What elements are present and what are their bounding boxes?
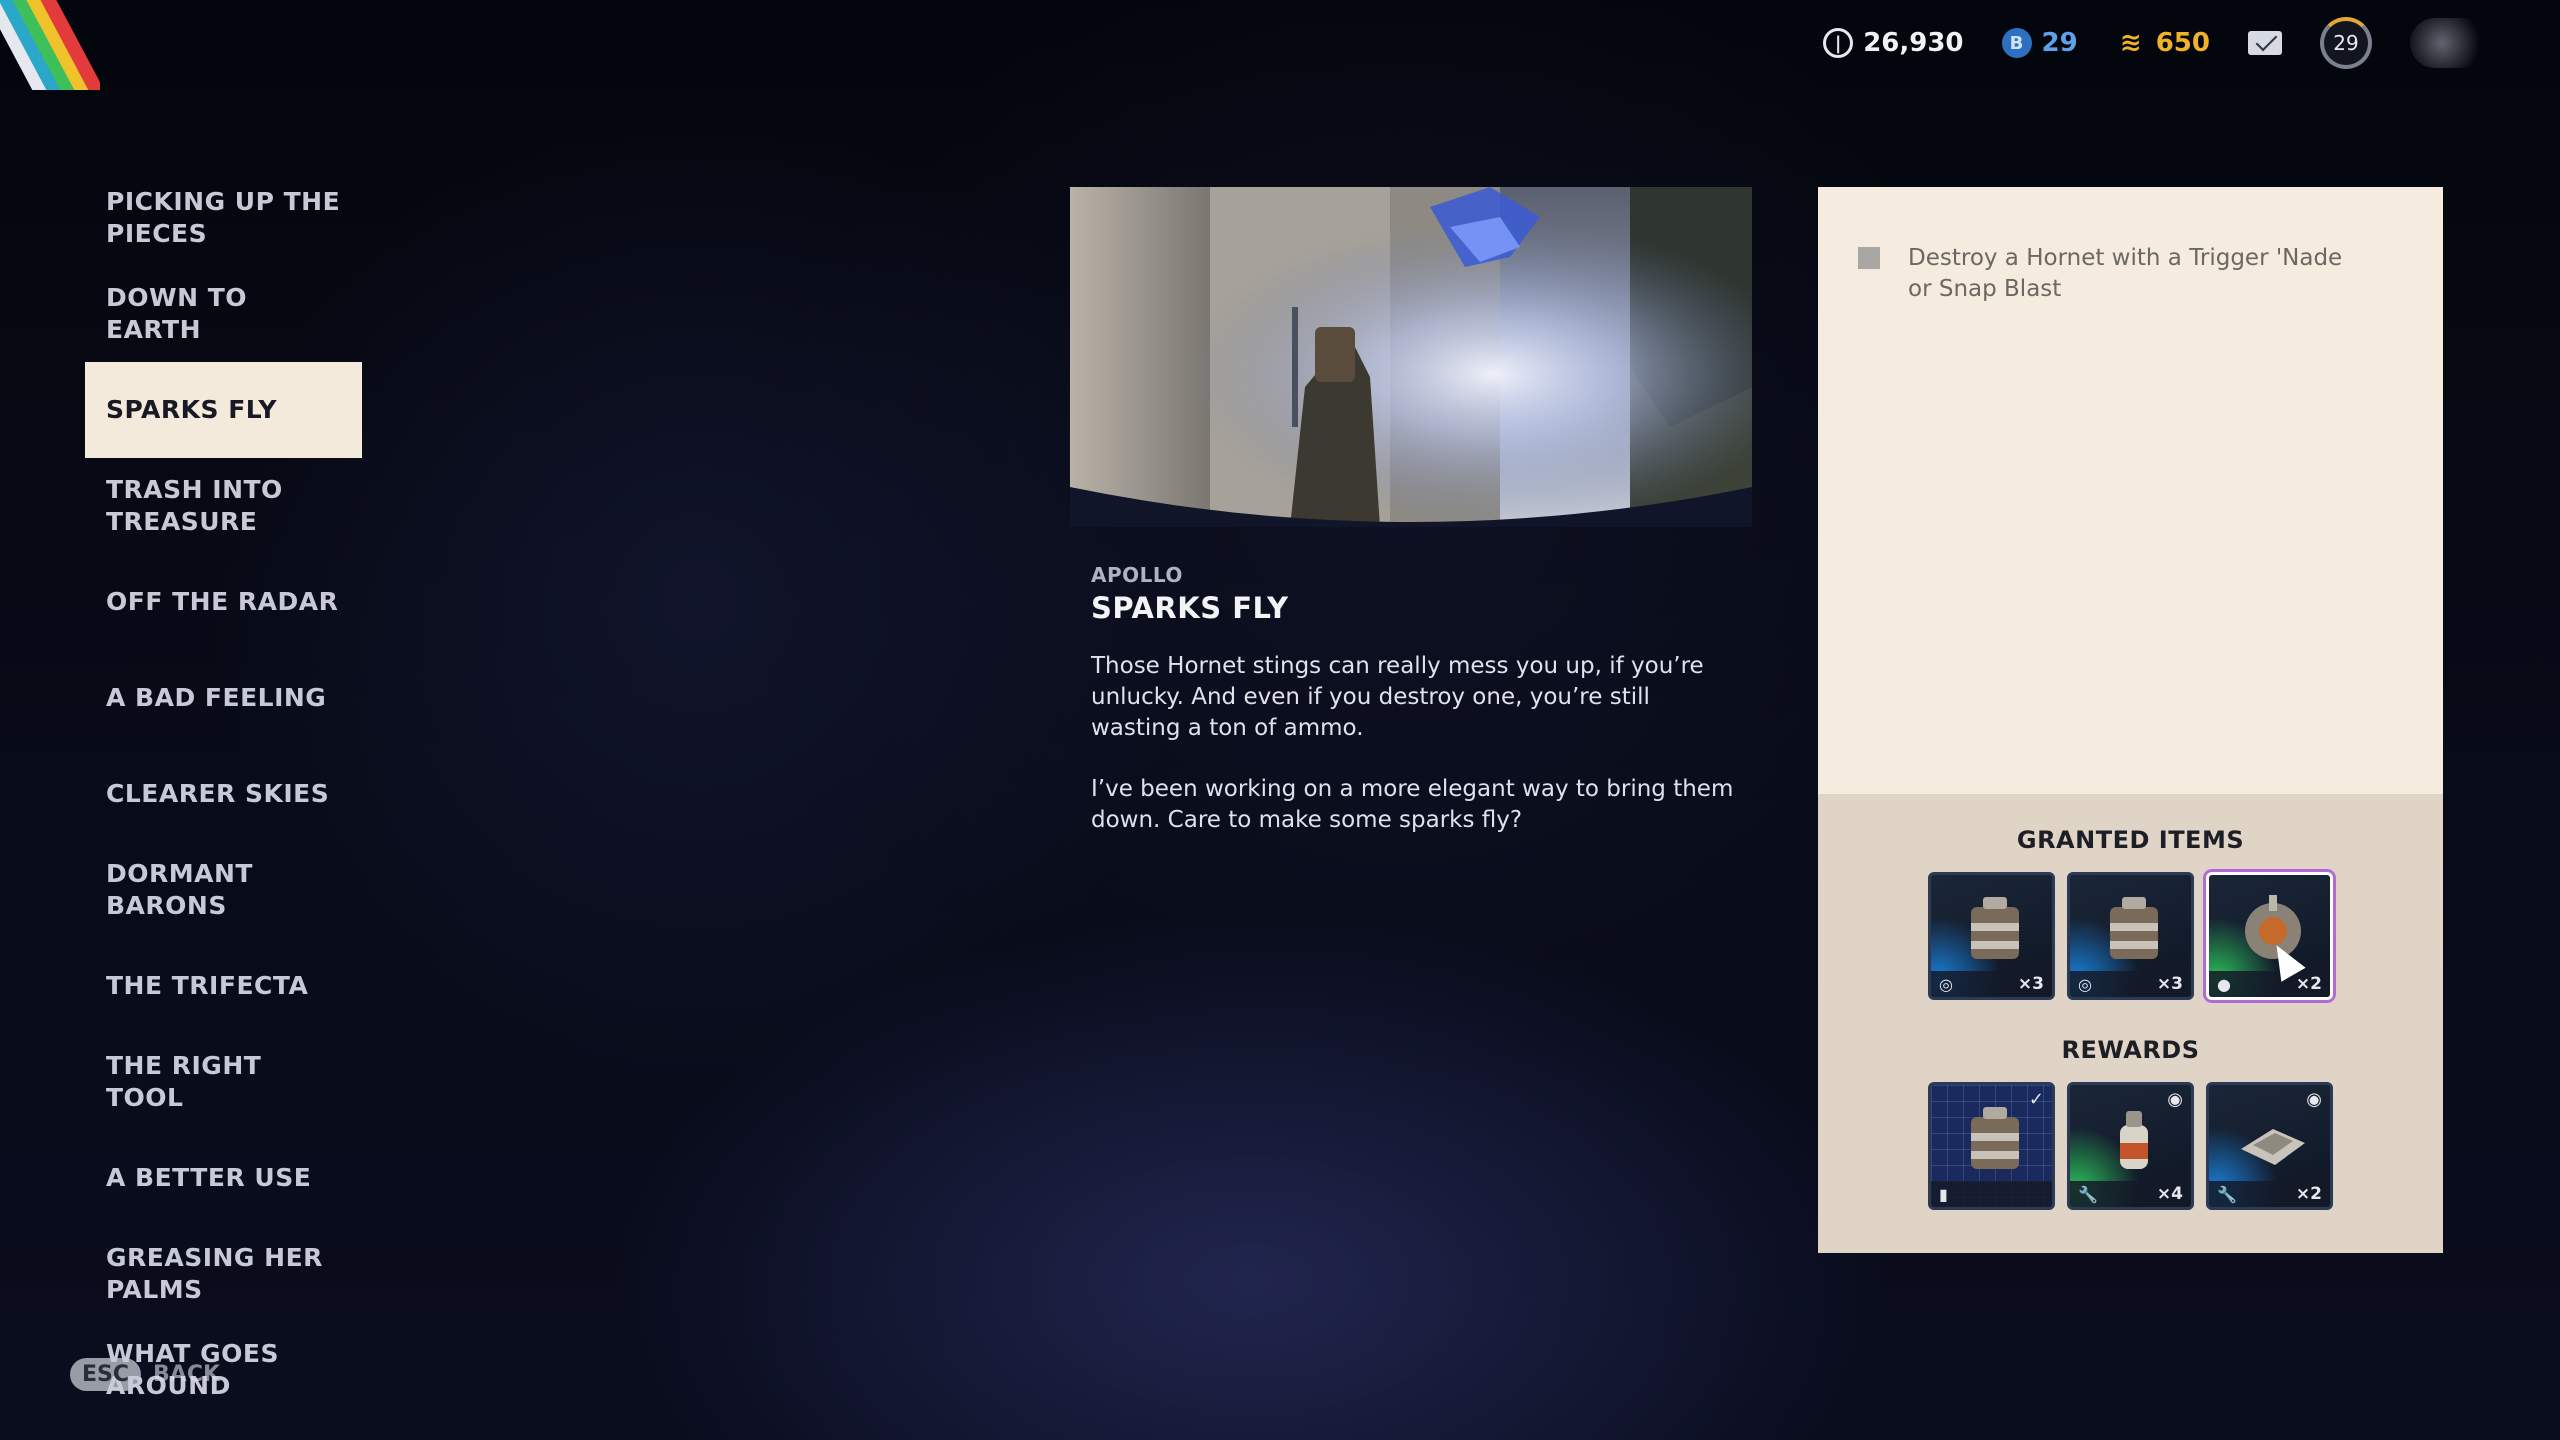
- target-icon: ◎: [2078, 974, 2092, 994]
- item-tile[interactable]: ◎ ×3: [2067, 872, 2194, 1000]
- raider-points-icon: ≋: [2119, 28, 2142, 58]
- wrench-icon: 🔧: [2078, 1184, 2098, 1204]
- grenade-icon: ●: [2217, 974, 2231, 994]
- quest-giver: APOLLO: [1091, 563, 1183, 587]
- quest-description-paragraph: I’ve been working on a more elegant way …: [1091, 776, 1734, 833]
- blueprint-icon: [1971, 1107, 2019, 1169]
- quest-panel: Destroy a Hornet with a Trigger 'Nade or…: [1818, 187, 2443, 1253]
- item-quantity: ×3: [2017, 974, 2044, 994]
- raider-points-currency: ≋ 650: [2116, 28, 2210, 58]
- item-tile[interactable]: ◉ 🔧 ×4: [2067, 1082, 2194, 1210]
- items-area: GRANTED ITEMS ◎ ×3 ◎ ×3 ● ×2 REWARDS ✓ ▮ ◉ 🔧 ×4 ◉ 🔧…: [1818, 794, 2443, 1253]
- quest-list-item[interactable]: OFF THE RADAR: [85, 554, 362, 650]
- objective-text: Destroy a Hornet with a Trigger 'Nade or…: [1908, 245, 2343, 302]
- player-level-value: 29: [2333, 31, 2359, 55]
- objectives-area: Destroy a Hornet with a Trigger 'Nade or…: [1818, 187, 2443, 794]
- rewards-title: REWARDS: [2061, 1036, 2200, 1064]
- item-quantity: ×2: [2295, 974, 2322, 994]
- item-tile[interactable]: ● ×2: [2206, 872, 2333, 1000]
- trigger-nade-icon: [1971, 897, 2019, 959]
- item-quantity: ×2: [2295, 1184, 2322, 1204]
- coins-value: 26,930: [1863, 28, 1964, 58]
- top-bar: | 26,930 B 29 ≋ 650 29: [1823, 14, 2490, 72]
- quest-list-item[interactable]: A BETTER USE: [85, 1130, 362, 1226]
- quest-description: Those Hornet stings can really mess you …: [1091, 651, 1741, 836]
- bottle-icon: [2120, 1111, 2148, 1169]
- eye-icon: ◉: [2306, 1089, 2322, 1110]
- quest-hero-image: [1070, 187, 1752, 527]
- back-label: BACK: [153, 1362, 221, 1387]
- item-footer: ▮: [1931, 1181, 2052, 1207]
- item-tile[interactable]: ◉ 🔧 ×2: [2206, 1082, 2333, 1210]
- granted-items-title: GRANTED ITEMS: [2016, 826, 2245, 854]
- tokens-currency: B 29: [2001, 28, 2078, 58]
- game-logo: [0, 0, 100, 90]
- quest-list-item[interactable]: THE RIGHT TOOL: [85, 1034, 362, 1130]
- coins-currency: | 26,930: [1823, 28, 1964, 58]
- quest-list-item[interactable]: THE TRIFECTA: [85, 938, 362, 1034]
- esc-key: ESC: [70, 1358, 142, 1391]
- back-hint[interactable]: ESC BACK: [70, 1358, 220, 1391]
- coin-icon: |: [1823, 28, 1854, 58]
- check-icon: ✓: [2028, 1089, 2044, 1110]
- item-footer: ◎ ×3: [2070, 971, 2191, 997]
- rewards-row: ✓ ▮ ◉ 🔧 ×4 ◉ 🔧 ×2: [1818, 1082, 2443, 1210]
- token-icon: B: [2001, 28, 2032, 58]
- item-quantity: ×4: [2156, 1184, 2183, 1204]
- tokens-value: 29: [2041, 28, 2078, 58]
- quest-list-item[interactable]: DORMANT BARONS: [85, 842, 362, 938]
- quest-description-paragraph: Those Hornet stings can really mess you …: [1091, 653, 1704, 741]
- quest-title: SPARKS FLY: [1091, 591, 1289, 625]
- quest-list-item[interactable]: TRASH INTO TREASURE: [85, 458, 362, 554]
- item-tile[interactable]: ◎ ×3: [1928, 872, 2055, 1000]
- quest-list-item[interactable]: A BAD FEELING: [85, 650, 362, 746]
- target-icon: ◎: [1939, 974, 1953, 994]
- avatar[interactable]: [2410, 18, 2490, 68]
- eye-icon: ◉: [2167, 1089, 2183, 1110]
- quest-detail: APOLLO SPARKS FLY Those Hornet stings ca…: [1070, 187, 1752, 836]
- raider-points-value: 650: [2155, 28, 2210, 58]
- item-quantity: ×3: [2156, 974, 2183, 994]
- book-icon: ▮: [1939, 1184, 1948, 1204]
- quest-list-item[interactable]: DOWN TO EARTH: [85, 266, 362, 362]
- item-footer: ◎ ×3: [1931, 971, 2052, 997]
- item-tile[interactable]: ✓ ▮: [1928, 1082, 2055, 1210]
- objective-row: Destroy a Hornet with a Trigger 'Nade or…: [1858, 243, 2403, 305]
- mail-icon[interactable]: [2248, 31, 2282, 55]
- item-footer: ● ×2: [2209, 971, 2330, 997]
- quest-list-item[interactable]: CLEARER SKIES: [85, 746, 362, 842]
- quest-list-item[interactable]: PICKING UP THE PIECES: [85, 170, 362, 266]
- quest-list-item[interactable]: GREASING HER PALMS: [85, 1226, 362, 1322]
- objective-checkbox: [1858, 247, 1880, 269]
- wrench-icon: 🔧: [2217, 1184, 2237, 1204]
- trigger-nade-icon: [2110, 897, 2158, 959]
- player-level-badge[interactable]: 29: [2320, 17, 2372, 69]
- item-footer: 🔧 ×4: [2070, 1181, 2191, 1207]
- quest-list: PICKING UP THE PIECES DOWN TO EARTH SPARKS…: [85, 170, 362, 1418]
- granted-items-row: ◎ ×3 ◎ ×3 ● ×2: [1818, 872, 2443, 1000]
- item-footer: 🔧 ×2: [2209, 1181, 2330, 1207]
- quest-list-item[interactable]: SPARKS FLY: [85, 362, 362, 458]
- scrap-plate-icon: [2241, 1129, 2305, 1165]
